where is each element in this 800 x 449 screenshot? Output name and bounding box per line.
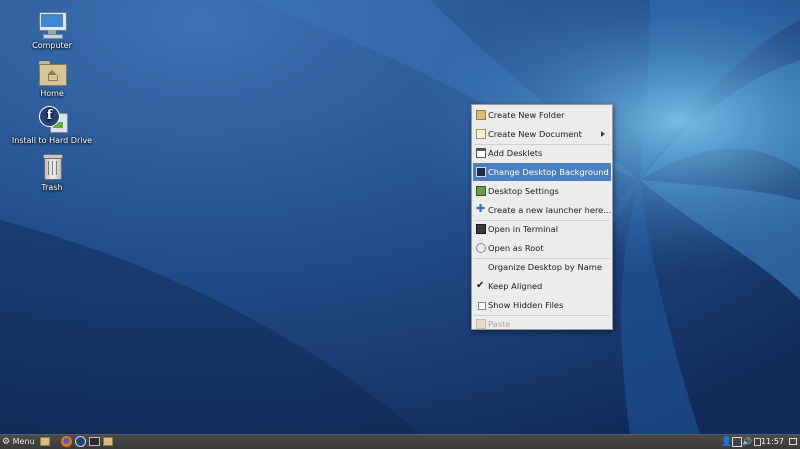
desktop-icon-home[interactable]: Home	[7, 58, 97, 98]
paste-icon	[476, 319, 486, 329]
submenu-arrow-icon	[601, 131, 605, 137]
menu-item-paste: Paste	[473, 315, 611, 333]
menu-item-label: Organize Desktop by Name	[488, 262, 602, 272]
folder-icon	[476, 110, 486, 120]
window-list-icon[interactable]	[789, 438, 797, 445]
home-folder-icon	[36, 58, 68, 88]
desktop-icon-computer[interactable]: Computer	[7, 10, 97, 50]
desktop-context-menu: Create New Folder Create New Document Ad…	[471, 104, 613, 330]
menu-item-label: Keep Aligned	[488, 281, 543, 291]
menu-item-label: Create a new launcher here...	[488, 205, 612, 215]
panel-clock[interactable]: 11:57	[761, 436, 784, 448]
main-menu-button[interactable]: ⚙ Menu	[2, 436, 36, 448]
menu-item-create-new-document[interactable]: Create New Document	[473, 125, 611, 143]
desktop-icon-label: Trash	[41, 183, 63, 192]
files-launcher-icon[interactable]	[103, 437, 113, 446]
volume-icon[interactable]: 🔊	[742, 436, 752, 448]
menu-item-label: Create New Folder	[488, 110, 565, 120]
menu-item-open-in-terminal[interactable]: Open in Terminal	[473, 220, 611, 238]
menu-item-label: Add Desklets	[488, 148, 543, 158]
desktop-icon-label: Computer	[32, 41, 72, 50]
battery-icon[interactable]	[754, 438, 761, 446]
menu-item-show-hidden-files[interactable]: Show Hidden Files	[473, 296, 611, 314]
desktop-icon-label: Install to Hard Drive	[11, 136, 93, 145]
menu-item-label: Desktop Settings	[488, 186, 559, 196]
menu-item-change-desktop-background[interactable]: Change Desktop Background	[473, 163, 611, 181]
menu-item-label: Show Hidden Files	[488, 300, 564, 310]
menu-item-open-as-root[interactable]: Open as Root	[473, 239, 611, 257]
menu-item-create-new-folder[interactable]: Create New Folder	[473, 106, 611, 124]
desktop-icon-install[interactable]: f Install to Hard Drive	[7, 105, 97, 145]
wallpaper-icon	[476, 167, 486, 177]
document-icon	[476, 129, 486, 139]
firefox-icon[interactable]	[61, 436, 72, 447]
menu-item-keep-aligned[interactable]: ✔ Keep Aligned	[473, 277, 611, 295]
menu-item-desktop-settings[interactable]: Desktop Settings	[473, 182, 611, 200]
menu-item-label: Change Desktop Background	[488, 167, 609, 177]
main-menu-label: Menu	[12, 437, 35, 446]
desklet-icon	[476, 148, 486, 158]
settings-icon	[476, 186, 486, 196]
menu-item-organize-by-name[interactable]: Organize Desktop by Name	[473, 258, 611, 276]
menu-item-label: Create New Document	[488, 129, 582, 139]
launcher-icon: ✚	[476, 202, 486, 215]
desktop-wallpaper[interactable]	[0, 0, 800, 434]
trash-icon	[36, 152, 68, 182]
checkbox-icon	[478, 302, 486, 310]
root-icon	[476, 243, 486, 253]
menu-item-label: Open as Root	[488, 243, 544, 253]
menu-item-label: Open in Terminal	[488, 224, 559, 234]
show-desktop-icon[interactable]	[40, 437, 50, 446]
computer-icon	[36, 10, 68, 40]
menu-gear-icon: ⚙	[2, 437, 11, 447]
desktop-icon-trash[interactable]: Trash	[7, 152, 97, 192]
desktop-icon-label: Home	[40, 89, 64, 98]
menu-item-label: Paste	[488, 319, 511, 329]
fedora-installer-launcher-icon[interactable]	[75, 436, 86, 447]
terminal-icon	[476, 224, 486, 234]
bottom-panel: ⚙ Menu 👤 🔊 11:57	[0, 434, 800, 449]
menu-item-add-desklets[interactable]: Add Desklets	[473, 144, 611, 162]
checkmark-icon: ✔	[476, 280, 485, 291]
fedora-install-icon: f	[36, 105, 68, 135]
workspace-icon[interactable]	[732, 437, 742, 447]
terminal-launcher-icon[interactable]	[89, 437, 100, 446]
user-icon[interactable]: 👤	[721, 437, 732, 447]
menu-item-create-launcher[interactable]: ✚ Create a new launcher here...	[473, 201, 611, 219]
